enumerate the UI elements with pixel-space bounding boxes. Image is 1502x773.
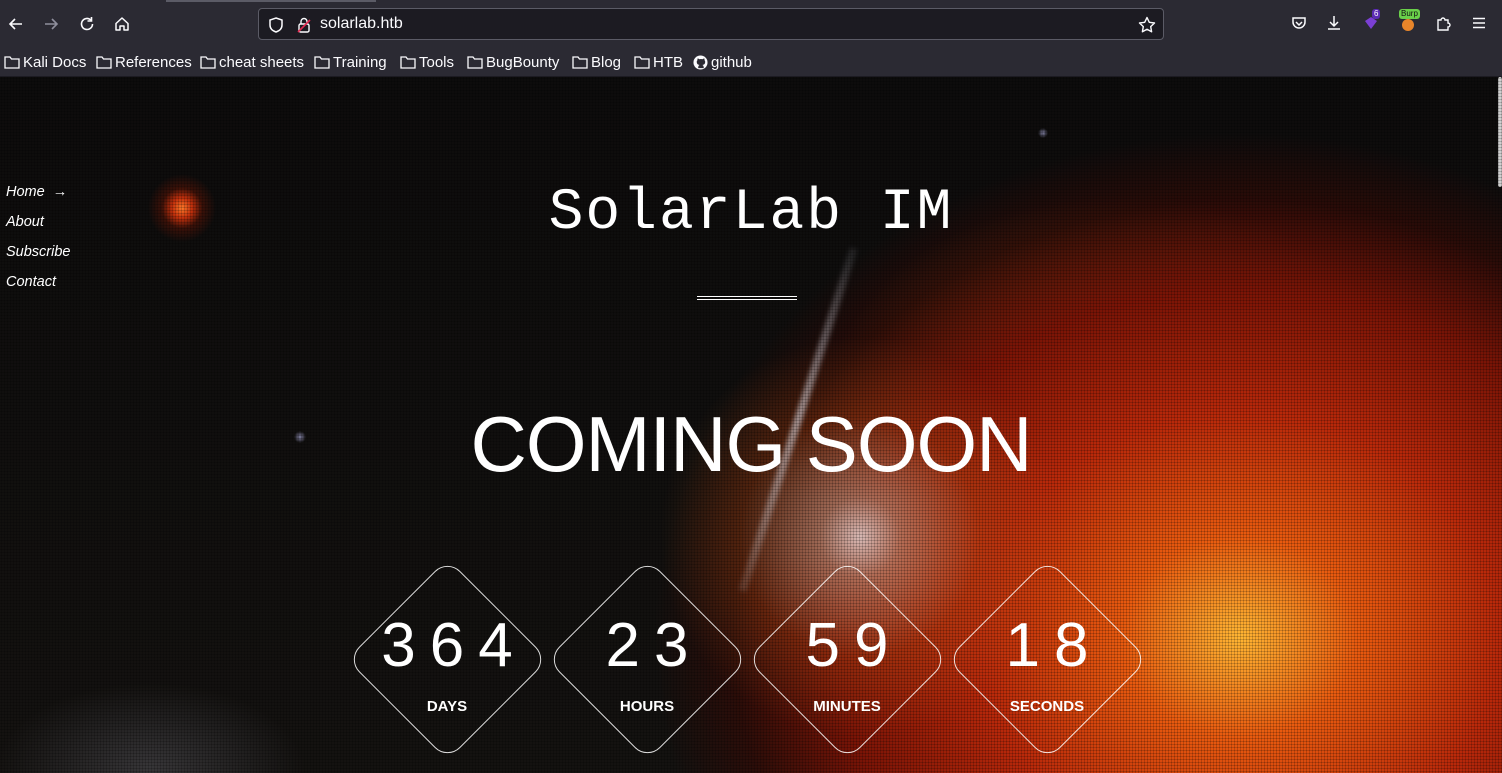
download-icon — [1328, 16, 1340, 30]
extension-badge: 6 — [1372, 9, 1381, 19]
title-divider — [697, 296, 797, 300]
lock-icon[interactable] — [295, 16, 313, 34]
downloads-button[interactable] — [1323, 12, 1345, 34]
folder-icon — [467, 56, 483, 69]
site-title: SolarLab IM — [548, 181, 954, 246]
reload-icon — [80, 17, 94, 31]
bookmark-label: Blog — [591, 53, 622, 71]
folder-icon — [572, 56, 588, 69]
countdown-seconds: 18 SECONDS — [946, 558, 1149, 762]
page-scrollbar[interactable] — [1498, 77, 1502, 187]
hamburger-icon — [1473, 17, 1485, 29]
bookmark-cheat-sheets[interactable]: cheat sheets — [200, 52, 304, 72]
active-tab-indicator — [166, 0, 376, 2]
github-icon — [693, 54, 708, 70]
folder-icon — [400, 56, 416, 69]
bookmark-label: cheat sheets — [219, 53, 305, 71]
bookmarks-toolbar: Kali Docs References cheat sheets Traini… — [0, 48, 1502, 77]
folder-icon — [314, 56, 330, 69]
burp-extension-button[interactable]: Burp — [1397, 9, 1420, 34]
arrow-left-icon — [8, 18, 22, 30]
countdown-value: 59 — [805, 611, 903, 680]
bookmark-label: References — [115, 53, 192, 71]
countdown-label: SECONDS — [1009, 698, 1085, 715]
bookmark-label: BugBounty — [486, 53, 560, 71]
bookmark-bugbounty[interactable]: BugBounty — [467, 52, 559, 72]
countdown-label: DAYS — [426, 698, 468, 715]
folder-icon — [96, 56, 112, 69]
app-menu-button[interactable] — [1468, 12, 1490, 34]
address-bar[interactable]: solarlab.htb — [258, 8, 1164, 40]
shield-icon[interactable] — [267, 16, 285, 34]
countdown-label: MINUTES — [813, 698, 881, 715]
bookmark-blog[interactable]: Blog — [572, 52, 621, 72]
home-icon — [115, 17, 129, 31]
countdown-hours: 23 HOURS — [546, 558, 749, 762]
extension-purple-button[interactable]: 6 — [1360, 9, 1382, 34]
menu-item-subscribe[interactable]: Subscribe — [6, 243, 70, 273]
menu-item-contact[interactable]: Contact — [6, 273, 70, 303]
countdown-value: 18 — [1005, 611, 1103, 680]
bookmark-label: Kali Docs — [23, 53, 87, 71]
bookmark-label: Training — [333, 53, 387, 71]
pocket-icon — [1292, 17, 1306, 29]
countdown-label: HOURS — [619, 698, 675, 715]
countdown-value: 23 — [605, 611, 703, 680]
pocket-button[interactable] — [1288, 12, 1310, 34]
menu-item-label: Contact — [6, 274, 56, 290]
home-button[interactable] — [108, 10, 136, 38]
browser-toolbar: solarlab.htb 6 Burp — [0, 0, 1502, 48]
countdown: 364 DAYS 23 HOURS 59 MINUTES 18 SECONDS — [346, 558, 1150, 768]
folder-icon — [4, 56, 20, 69]
reload-button[interactable] — [73, 10, 101, 38]
countdown-days: 364 DAYS — [346, 558, 549, 762]
bookmark-references[interactable]: References — [96, 52, 192, 72]
puzzle-icon — [1437, 17, 1451, 31]
bookmark-label: HTB — [653, 53, 683, 71]
bookmark-label: github — [711, 53, 752, 71]
bookmark-label: Tools — [419, 53, 455, 71]
bookmark-tools[interactable]: Tools — [400, 52, 454, 72]
countdown-minutes: 59 MINUTES — [746, 558, 949, 762]
extensions-button[interactable] — [1432, 12, 1454, 34]
url-text[interactable]: solarlab.htb — [320, 15, 403, 33]
folder-icon — [200, 56, 216, 69]
folder-icon — [634, 56, 650, 69]
burp-badge: Burp — [1399, 9, 1420, 19]
back-button[interactable] — [2, 10, 30, 38]
coming-soon-headline: COMING SOON — [470, 400, 1032, 488]
arrow-right-icon — [45, 18, 59, 30]
star-icon[interactable] — [1137, 15, 1157, 35]
bookmark-htb[interactable]: HTB — [634, 52, 683, 72]
bookmark-training[interactable]: Training — [314, 52, 387, 72]
menu-item-label: Subscribe — [6, 244, 71, 260]
bookmark-kali-docs[interactable]: Kali Docs — [4, 52, 86, 72]
bookmark-github[interactable]: github — [693, 52, 752, 72]
countdown-value: 364 — [381, 611, 527, 680]
forward-button[interactable] — [37, 10, 65, 38]
page-viewport: Home → About Subscribe Contact SolarLab I… — [0, 77, 1502, 773]
